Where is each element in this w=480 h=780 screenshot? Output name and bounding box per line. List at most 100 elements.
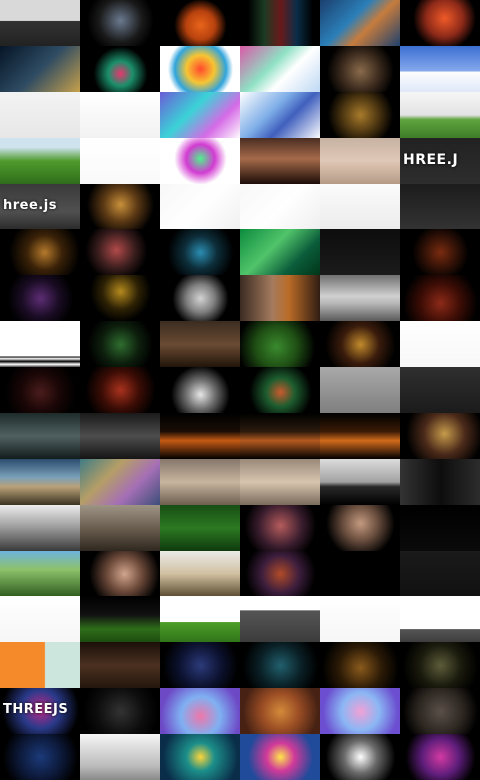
example-thumbnail[interactable] [160,229,241,276]
example-thumbnail[interactable] [0,229,81,276]
example-thumbnail[interactable] [240,688,321,735]
example-thumbnail[interactable] [0,321,81,368]
example-thumbnail[interactable] [400,642,480,689]
example-thumbnail[interactable] [320,550,401,597]
example-thumbnail[interactable] [80,91,161,139]
example-thumbnail[interactable] [160,0,241,47]
example-thumbnail[interactable] [80,412,161,460]
example-thumbnail[interactable] [80,504,161,552]
example-thumbnail[interactable] [0,642,81,689]
example-thumbnail[interactable] [320,642,401,689]
example-thumbnail[interactable] [240,504,321,552]
example-thumbnail[interactable] [400,45,480,93]
example-thumbnail[interactable] [160,596,241,643]
example-thumbnail[interactable] [0,734,81,780]
example-thumbnail[interactable] [320,596,401,643]
example-thumbnail[interactable] [160,367,241,414]
example-thumbnail[interactable] [80,137,161,185]
example-thumbnail[interactable] [80,45,161,93]
example-thumbnail[interactable] [160,642,241,689]
example-thumbnail[interactable] [240,734,321,780]
example-thumbnail[interactable] [0,458,81,506]
example-thumbnail[interactable] [160,504,241,552]
example-thumbnail[interactable] [160,137,241,185]
example-thumbnail[interactable] [240,91,321,139]
example-thumbnail[interactable] [160,91,241,139]
example-thumbnail[interactable] [160,734,241,780]
example-thumbnail[interactable] [160,458,241,506]
example-thumbnail[interactable] [320,412,401,460]
example-thumbnail[interactable] [320,458,401,506]
example-thumbnail[interactable] [80,688,161,735]
example-thumbnail[interactable] [0,504,81,552]
example-thumbnail[interactable] [240,642,321,689]
example-thumbnail[interactable] [320,504,401,552]
example-thumbnail[interactable] [0,137,81,185]
example-thumbnail[interactable] [80,367,161,414]
example-thumbnail[interactable] [0,367,81,414]
example-thumbnail[interactable] [320,321,401,368]
example-thumbnail[interactable] [240,275,321,322]
example-thumbnail[interactable] [320,183,401,230]
example-thumbnail[interactable] [80,458,161,506]
example-thumbnail[interactable] [240,137,321,185]
example-thumbnail[interactable] [0,596,81,643]
example-thumbnail[interactable] [240,321,321,368]
example-thumbnail[interactable] [240,229,321,276]
example-thumbnail[interactable] [320,734,401,780]
example-thumbnail[interactable] [320,45,401,93]
example-thumbnail[interactable]: HREE.J [400,137,480,185]
example-thumbnail[interactable] [240,458,321,506]
example-thumbnail[interactable] [400,734,480,780]
example-thumbnail[interactable] [240,367,321,414]
example-thumbnail[interactable] [400,183,480,230]
example-thumbnail[interactable] [160,275,241,322]
example-thumbnail[interactable] [400,0,480,47]
example-thumbnail[interactable] [160,688,241,735]
example-thumbnail[interactable] [320,688,401,735]
example-thumbnail[interactable] [400,412,480,460]
example-thumbnail[interactable] [240,45,321,93]
example-thumbnail[interactable] [160,321,241,368]
example-thumbnail[interactable] [0,412,81,460]
example-thumbnail[interactable] [160,412,241,460]
example-thumbnail[interactable] [240,596,321,643]
example-thumbnail[interactable]: THREEJS [0,688,81,735]
example-thumbnail[interactable] [0,91,81,139]
example-thumbnail[interactable] [160,45,241,93]
example-thumbnail[interactable] [400,458,480,506]
example-thumbnail[interactable] [80,321,161,368]
example-thumbnail[interactable] [0,275,81,322]
example-thumbnail[interactable] [80,642,161,689]
example-thumbnail[interactable] [400,550,480,597]
example-thumbnail[interactable] [320,275,401,322]
example-thumbnail[interactable] [240,412,321,460]
example-thumbnail[interactable] [320,0,401,47]
example-thumbnail[interactable] [80,596,161,643]
example-thumbnail[interactable]: hree.js [0,183,81,230]
example-thumbnail[interactable] [400,91,480,139]
example-thumbnail[interactable] [240,183,321,230]
example-thumbnail[interactable] [0,550,81,597]
example-thumbnail[interactable] [320,229,401,276]
example-thumbnail[interactable] [80,550,161,597]
example-thumbnail[interactable] [80,734,161,780]
example-thumbnail[interactable] [320,137,401,185]
example-thumbnail[interactable] [0,0,81,47]
example-thumbnail[interactable] [80,275,161,322]
example-thumbnail[interactable] [400,275,480,322]
example-thumbnail[interactable] [160,550,241,597]
example-thumbnail[interactable] [400,504,480,552]
example-thumbnail[interactable] [400,229,480,276]
example-thumbnail[interactable] [80,183,161,230]
example-thumbnail[interactable] [240,0,321,47]
example-thumbnail[interactable] [400,688,480,735]
example-thumbnail[interactable] [400,321,480,368]
example-thumbnail[interactable] [80,0,161,47]
example-thumbnail[interactable] [160,183,241,230]
example-thumbnail[interactable] [400,367,480,414]
example-thumbnail[interactable] [320,367,401,414]
example-thumbnail[interactable] [400,596,480,643]
example-thumbnail[interactable] [80,229,161,276]
example-thumbnail[interactable] [320,91,401,139]
